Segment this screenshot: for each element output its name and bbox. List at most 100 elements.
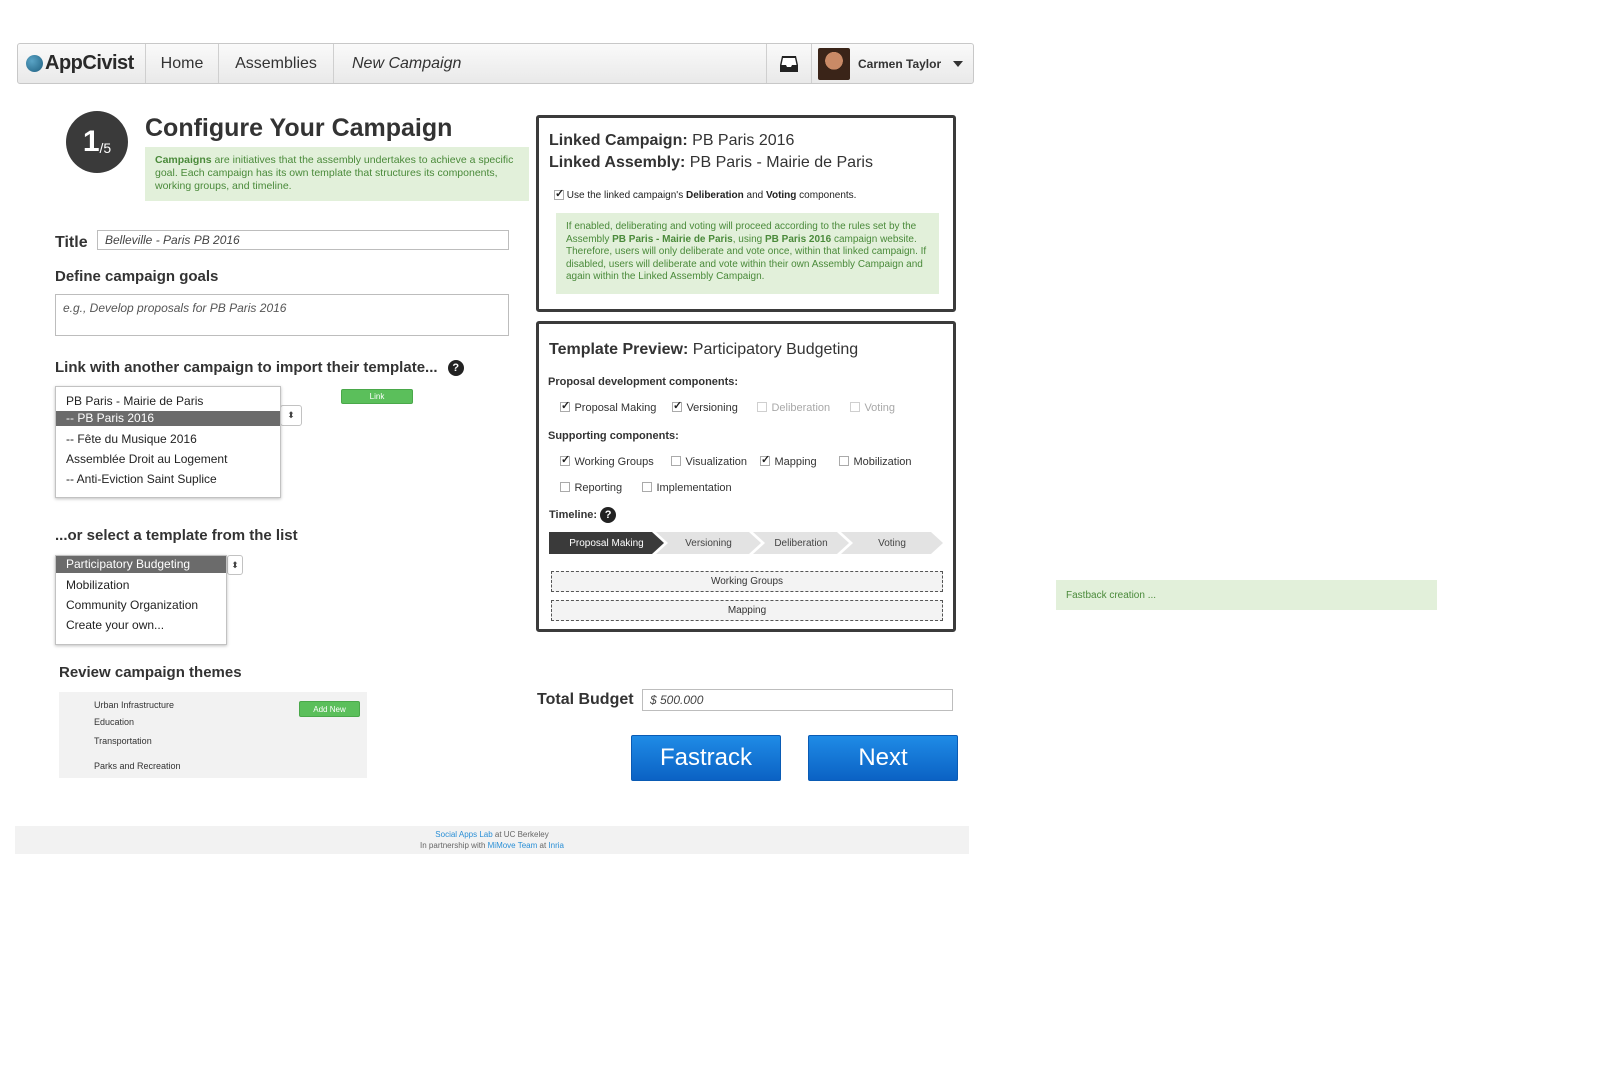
component-reporting[interactable]: Reporting (560, 478, 622, 496)
next-button[interactable]: Next (808, 735, 958, 781)
component-label: Working Groups (574, 456, 654, 468)
component-label: Mobilization (853, 456, 912, 468)
avatar (818, 47, 850, 80)
linked-campaign-line: Linked Campaign: PB Paris 2016 (549, 132, 794, 150)
component-label: Implementation (656, 482, 732, 494)
nav-home-link[interactable]: Home (146, 44, 219, 83)
component-versioning[interactable]: Versioning (672, 398, 738, 416)
checkbox[interactable] (671, 455, 681, 466)
fastback-notification: Fastback creation ... (1056, 580, 1437, 610)
theme-item: Parks and Recreation (94, 761, 181, 771)
track-mapping: Mapping (551, 600, 943, 621)
track-working-groups: Working Groups (551, 571, 943, 592)
nav-assemblies-link[interactable]: Assemblies (219, 44, 334, 83)
list-item[interactable]: PB Paris - Mairie de Paris (56, 391, 280, 411)
component-label: Mapping (774, 456, 817, 468)
linked-campaign-value: PB Paris 2016 (692, 132, 795, 149)
brand-logo[interactable]: AppCivist (18, 44, 146, 83)
list-item[interactable]: Create your own... (56, 615, 226, 635)
template-section-label: ...or select a template from the list (55, 527, 298, 544)
list-item-selected[interactable]: -- PB Paris 2016 (56, 411, 280, 426)
component-proposal-making[interactable]: Proposal Making (560, 398, 656, 416)
linked-info-box: If enabled, deliberating and voting will… (556, 213, 939, 294)
template-preview-panel: Template Preview: Participatory Budgetin… (536, 321, 956, 632)
checkbox[interactable] (760, 453, 770, 466)
list-item-selected[interactable]: Participatory Budgeting (56, 556, 226, 573)
component-label: Voting (864, 402, 896, 414)
component-working-groups[interactable]: Working Groups (560, 452, 654, 470)
timeline-head: Timeline: ? (549, 507, 617, 523)
list-item[interactable]: -- Fête du Musique 2016 (56, 429, 280, 449)
inbox-button[interactable] (766, 44, 812, 83)
component-implementation[interactable]: Implementation (642, 478, 732, 496)
budget-input[interactable]: $ 500.000 (642, 689, 953, 711)
checkbox[interactable] (672, 399, 682, 412)
list-item[interactable]: Assemblée Droit au Logement (56, 449, 280, 469)
add-theme-button[interactable]: Add New (299, 701, 360, 717)
link-section-text: Link with another campaign to import the… (55, 359, 438, 376)
theme-item: Urban Infrastructure (94, 700, 175, 710)
linked-assembly-label: Linked Assembly: (549, 154, 686, 171)
help-icon[interactable]: ? (600, 507, 617, 523)
checkbox[interactable] (560, 399, 570, 412)
template-select[interactable]: Participatory Budgeting Mobilization Com… (55, 555, 227, 645)
component-voting: Voting (850, 398, 895, 416)
goals-textarea[interactable]: e.g., Develop proposals for PB Paris 201… (55, 294, 509, 336)
linked-assembly-line: Linked Assembly: PB Paris - Mairie de Pa… (549, 154, 873, 172)
checkbox (757, 401, 767, 412)
linked-info-b1: PB Paris - Mairie de Paris (612, 233, 733, 245)
component-label: Reporting (574, 482, 623, 494)
fastrack-button[interactable]: Fastrack (631, 735, 781, 781)
page-title: Configure Your Campaign (145, 114, 453, 142)
list-item[interactable]: -- Anti-Eviction Saint Suplice (56, 469, 280, 489)
footer-text: In partnership with (420, 841, 488, 850)
inbox-icon (780, 55, 798, 72)
use-linked-text-2: and (743, 190, 767, 201)
linked-info-b2: PB Paris 2016 (765, 233, 832, 245)
checkbox[interactable] (560, 453, 570, 466)
timeline-step[interactable]: Versioning (656, 532, 761, 554)
link-button[interactable]: Link (341, 389, 413, 404)
footer-text: at UC Berkeley (492, 830, 549, 839)
timeline-step[interactable]: Deliberation (753, 532, 849, 554)
component-label: Visualization (685, 456, 748, 468)
step-total: /5 (99, 140, 112, 156)
themes-label: Review campaign themes (59, 664, 242, 681)
select-spinner-icon[interactable]: ⬍ (227, 555, 243, 575)
footer-link[interactable]: MiMove Team (488, 841, 538, 850)
help-icon[interactable]: ? (447, 360, 464, 377)
list-item[interactable]: Community Organization (56, 595, 226, 615)
footer-link[interactable]: Inria (548, 841, 564, 850)
checkbox[interactable] (560, 481, 570, 492)
component-visualization[interactable]: Visualization (671, 452, 747, 470)
user-menu[interactable]: Carmen Taylor (812, 44, 973, 83)
select-spinner-icon[interactable]: ⬍ (280, 405, 302, 426)
theme-item: Transportation (94, 736, 152, 746)
template-preview-head: Template Preview: Participatory Budgetin… (549, 341, 858, 359)
timeline-step[interactable]: Voting (841, 532, 943, 554)
timeline-bar: Proposal Making Versioning Deliberation … (549, 532, 943, 554)
top-navbar: AppCivist Home Assemblies New Campaign C… (17, 43, 974, 84)
step-indicator: 1 /5 (66, 111, 128, 173)
budget-label: Total Budget (537, 691, 634, 708)
chevron-down-icon (953, 60, 964, 67)
component-mapping[interactable]: Mapping (760, 452, 817, 470)
checkbox[interactable] (642, 481, 652, 492)
footer-line-1: Social Apps Lab at UC Berkeley (15, 829, 969, 840)
link-campaign-select[interactable]: PB Paris - Mairie de Paris -- PB Paris 2… (55, 386, 281, 498)
template-preview-label: Template Preview: (549, 341, 689, 358)
footer-link[interactable]: Social Apps Lab (435, 830, 492, 839)
linked-info-t2: , using (732, 233, 765, 245)
checkbox[interactable] (839, 455, 849, 466)
use-linked-text-b2: Voting (766, 190, 797, 201)
use-linked-text-b1: Deliberation (685, 190, 744, 201)
themes-panel: Urban Infrastructure Education Transport… (59, 692, 367, 778)
timeline-step[interactable]: Proposal Making (549, 532, 664, 554)
component-label: Versioning (686, 402, 738, 414)
use-linked-components-checkbox[interactable] (554, 187, 564, 201)
component-mobilization[interactable]: Mobilization (839, 452, 912, 470)
list-item[interactable]: Mobilization (56, 575, 226, 595)
title-input[interactable]: Belleville - Paris PB 2016 (97, 230, 509, 250)
linked-campaign-label: Linked Campaign: (549, 132, 688, 149)
linked-campaign-panel: Linked Campaign: PB Paris 2016 Linked As… (536, 115, 956, 312)
